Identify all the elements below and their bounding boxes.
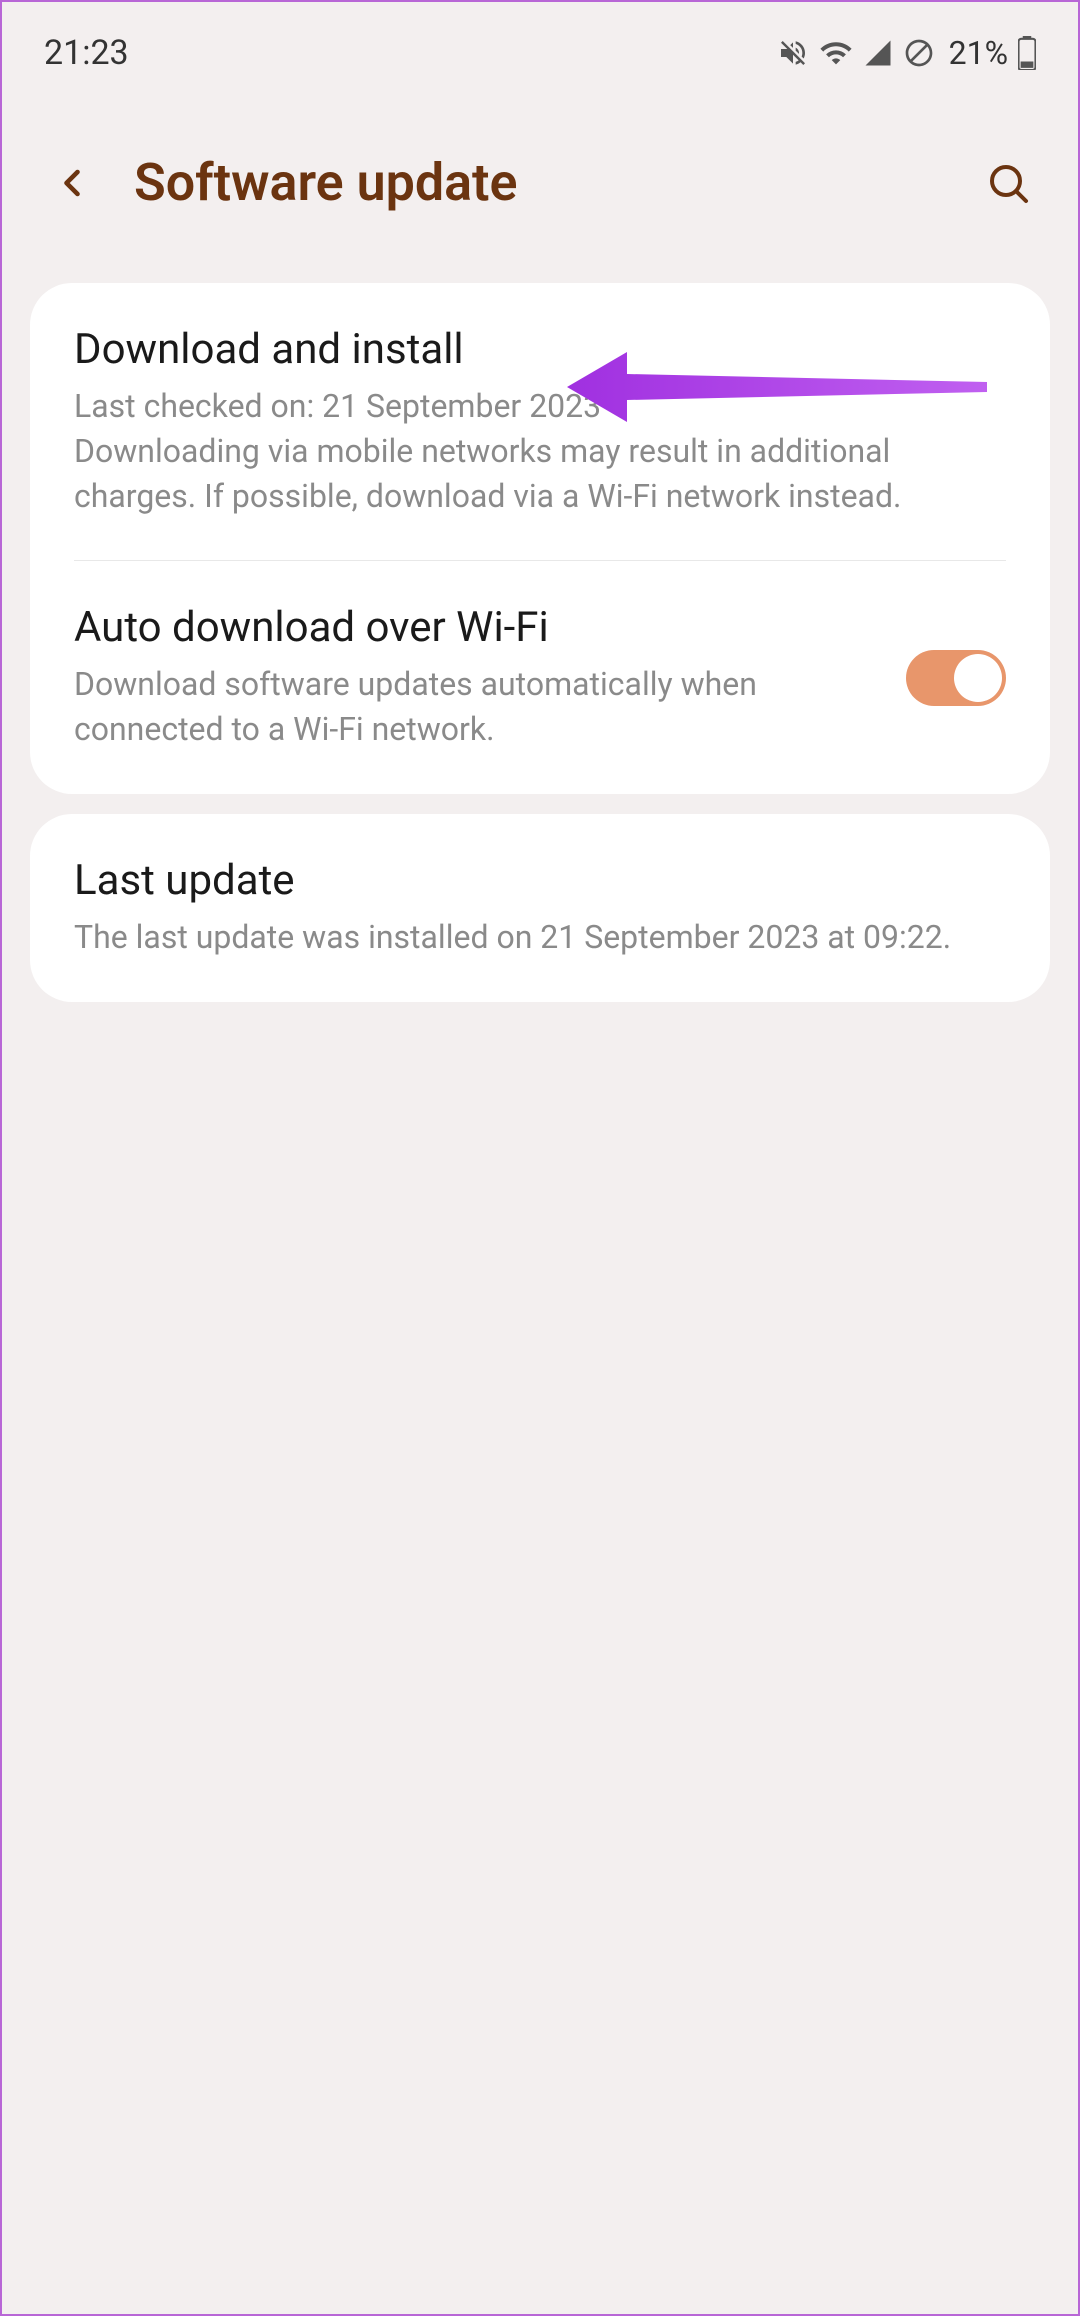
- last-update-subtitle: The last update was installed on 21 Sept…: [74, 915, 1006, 960]
- mute-icon: [777, 37, 809, 69]
- settings-card-2: Last update The last update was installe…: [30, 814, 1050, 1002]
- auto-download-toggle[interactable]: [906, 650, 1006, 706]
- last-update-title: Last update: [74, 856, 1006, 905]
- status-time: 21:23: [44, 33, 129, 73]
- page-title: Software update: [134, 152, 946, 213]
- auto-download-subtitle: Download software updates automatically …: [74, 662, 876, 752]
- page-header: Software update: [2, 92, 1078, 263]
- wifi-icon: [819, 36, 853, 70]
- status-bar: 21:23 21%: [2, 2, 1078, 92]
- settings-card-1: Download and install Last checked on: 21…: [30, 283, 1050, 794]
- no-entry-icon: [903, 37, 935, 69]
- last-update-item[interactable]: Last update The last update was installe…: [30, 814, 1050, 1002]
- search-icon: [984, 159, 1032, 207]
- auto-download-item[interactable]: Auto download over Wi-Fi Download softwa…: [30, 561, 1050, 794]
- battery-percent: 21%: [949, 34, 1008, 72]
- toggle-knob: [954, 654, 1002, 702]
- back-button[interactable]: [42, 153, 102, 213]
- auto-download-title: Auto download over Wi-Fi: [74, 603, 876, 652]
- download-install-item[interactable]: Download and install Last checked on: 21…: [30, 283, 1050, 560]
- signal-icon: [863, 38, 893, 68]
- battery-icon: [1018, 36, 1036, 70]
- chevron-left-icon: [50, 161, 94, 205]
- status-icons: 21%: [777, 34, 1036, 72]
- download-install-title: Download and install: [74, 325, 1006, 374]
- search-button[interactable]: [978, 153, 1038, 213]
- download-install-subtitle: Last checked on: 21 September 2023 Downl…: [74, 384, 1006, 518]
